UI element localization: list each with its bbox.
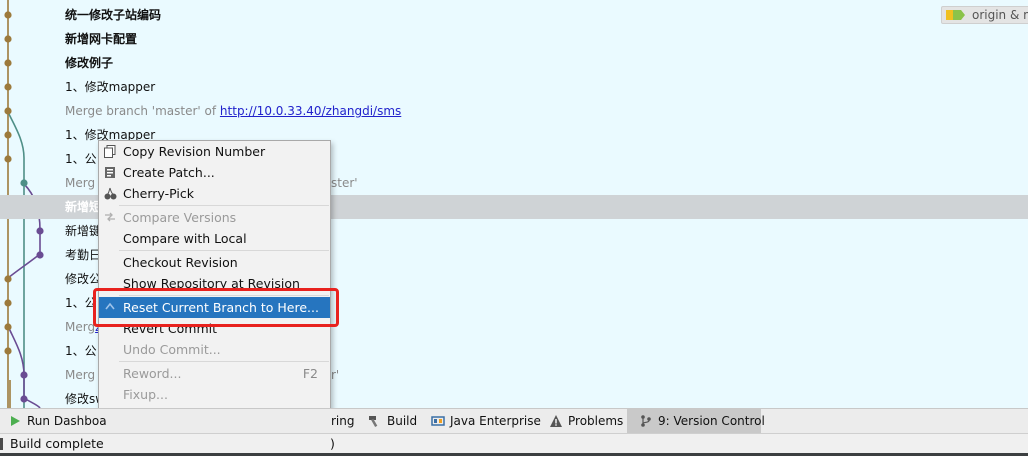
commit-message-text: 新增网卡配置 [65, 32, 138, 46]
commit-message: 考勤日 [65, 247, 101, 263]
branch-tag-label: origin & m [972, 8, 1028, 22]
tool-ring[interactable]: ring [331, 409, 355, 433]
status-bar: Build complete ) [0, 433, 1028, 453]
commit-row[interactable]: 1、修改mapper [0, 75, 1028, 99]
menu-separator [119, 361, 329, 362]
vcs-icon [639, 414, 653, 428]
commit-row[interactable]: Merge branch 'master' of http://10.0.33.… [0, 99, 1028, 123]
commit-message-text: 1、公 [65, 344, 97, 358]
patch-icon [103, 165, 117, 179]
commit-message-text: Merg [65, 176, 96, 190]
tool-problems-label: Problems [568, 414, 624, 428]
menu-separator [119, 250, 329, 251]
commit-message: 新增网卡配置 [65, 31, 137, 47]
status-text: Build complete [10, 436, 104, 451]
commit-message-text: 1、公 [65, 296, 97, 310]
menu-item-checkout-revision[interactable]: Checkout Revision [99, 252, 330, 273]
commit-message-text: 考勤日 [65, 248, 102, 262]
menu-item-label: Create Patch... [123, 165, 215, 180]
menu-item-label: Compare Versions [123, 210, 237, 225]
highlight-callout [93, 288, 339, 327]
commit-message: 修改例子 [65, 55, 113, 71]
menu-item-create-patch[interactable]: Create Patch... [99, 162, 330, 183]
commit-message-text: 新增短 [65, 200, 102, 214]
menu-item-compare-with-local[interactable]: Compare with Local [99, 228, 330, 249]
commit-message-text: 1、公 [65, 152, 97, 166]
menu-item-label: Undo Commit... [123, 342, 221, 357]
commit-message: Merge branch 'master' of http://10.0.33.… [65, 103, 401, 119]
java-ee-icon [431, 414, 445, 428]
menu-item-label: Fixup... [123, 387, 168, 402]
tool-version-control[interactable]: 9: Version Control [627, 409, 765, 433]
menu-item-undo-commit: Undo Commit... [99, 339, 330, 360]
commit-link[interactable]: http://10.0.33.40/zhangdi/sms [220, 104, 401, 118]
run-icon [8, 414, 22, 428]
commit-row[interactable]: 统一修改子站编码 [0, 3, 1028, 27]
commit-message: 1、公 [65, 343, 97, 359]
commit-message-text: Merg [65, 320, 96, 334]
hammer-icon [368, 414, 382, 428]
tool-java-enterprise[interactable]: Java Enterprise [431, 409, 541, 433]
commit-message-tail: r' [331, 368, 340, 382]
tool-version-control-label: 9: Version Control [658, 414, 765, 428]
commit-message-text: Merge branch 'master' of [65, 104, 220, 118]
commit-message-text: 新增键 [65, 224, 102, 238]
tool-problems[interactable]: Problems [549, 409, 623, 433]
tool-ring-label: ring [331, 414, 355, 428]
menu-item-label: Copy Revision Number [123, 144, 266, 159]
tag-icon [946, 9, 968, 21]
menu-item-label: Checkout Revision [123, 255, 238, 270]
commit-message-text: 1、修改mapper [65, 80, 156, 94]
commit-message: 1、公 [65, 295, 97, 311]
tool-run-dashboard[interactable]: Run Dashboa [8, 409, 107, 433]
commit-message: 1、修改mapper [65, 79, 155, 95]
menu-item-label: Compare with Local [123, 231, 247, 246]
commit-message: Merg ster' [65, 175, 358, 191]
menu-item-reword: Reword... F2 [99, 363, 330, 384]
warning-icon [549, 414, 563, 428]
tool-run-dashboard-label: Run Dashboa [27, 414, 107, 428]
commit-message-text: Merg [65, 368, 96, 382]
commit-message-text: 修改公 [65, 272, 102, 286]
commit-message: 统一修改子站编码 [65, 7, 161, 23]
menu-item-cherry-pick[interactable]: Cherry-Pick [99, 183, 330, 204]
commit-message: 1、公 [65, 151, 97, 167]
menu-item-label: Cherry-Pick [123, 186, 194, 201]
commit-message-text: 修改例子 [65, 56, 114, 70]
status-indicator-icon [0, 437, 6, 451]
menu-item-shortcut: F2 [302, 366, 318, 381]
menu-item-label: Reword... [123, 366, 182, 381]
commit-message: 修改公 [65, 271, 101, 287]
compare-icon [103, 210, 117, 224]
commit-row[interactable]: 修改例子 [0, 51, 1028, 75]
menu-item-fixup: Fixup... [99, 384, 330, 405]
tool-build[interactable]: Build [368, 409, 417, 433]
tool-window-bar: Run Dashboa ring Build Java Enterprise P… [0, 408, 1028, 433]
tool-build-label: Build [387, 414, 418, 428]
menu-item-compare-versions: Compare Versions [99, 207, 330, 228]
tool-java-enterprise-label: Java Enterprise [450, 414, 541, 428]
commit-message: 新增短 [65, 199, 101, 215]
commit-row[interactable]: 新增网卡配置 [0, 27, 1028, 51]
menu-item-copy-revision-number[interactable]: Copy Revision Number [99, 141, 330, 162]
branch-tag[interactable]: origin & m [941, 6, 1028, 24]
menu-separator [119, 205, 329, 206]
commit-message-tail: ster' [331, 176, 358, 190]
copy-icon [103, 144, 117, 158]
commit-message: 新增键 [65, 223, 101, 239]
commit-message: Merg r' [65, 367, 339, 383]
commit-message-text: 统一修改子站编码 [65, 8, 162, 22]
cherry-icon [103, 186, 117, 200]
status-tail-text: ) [330, 436, 335, 451]
